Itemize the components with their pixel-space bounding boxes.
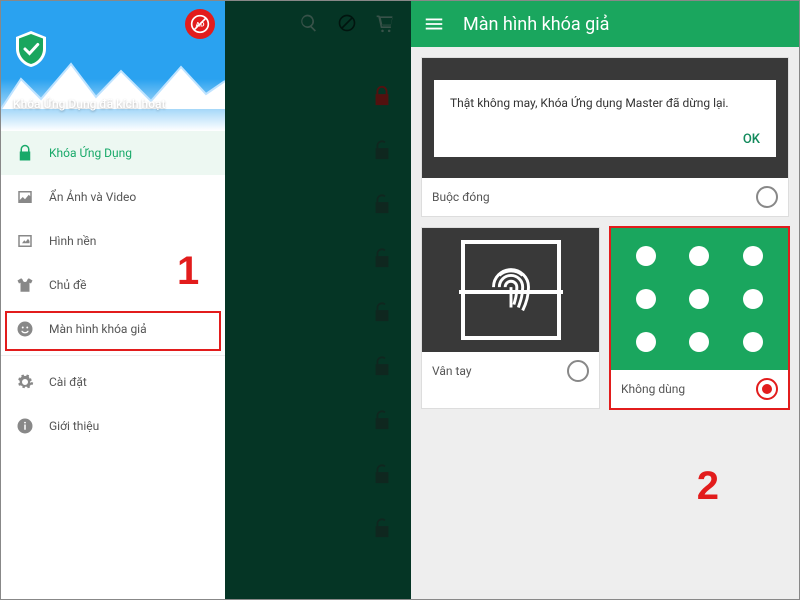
no-ads-badge[interactable]: AD [185, 9, 215, 39]
radio-selected[interactable] [756, 378, 778, 400]
menu-label: Chủ đề [49, 278, 87, 292]
radio-unselected[interactable] [567, 360, 589, 382]
option-label: Không dùng [621, 382, 685, 396]
menu-item-settings[interactable]: Cài đặt [1, 360, 225, 404]
menu-label: Hình nền [49, 234, 96, 248]
option-none[interactable]: Không dùng [610, 227, 789, 409]
fake-lock-screen-panel: Màn hình khóa giả Thật không may, Khóa Ứ… [411, 1, 799, 599]
options-row: Vân tay Không dùng [421, 227, 789, 409]
image-icon [15, 187, 35, 207]
tshirt-icon [15, 275, 35, 295]
option-footer: Không dùng [611, 370, 788, 408]
lock-icon [15, 143, 35, 163]
appbar-title: Màn hình khóa giả [463, 14, 609, 35]
radio-unselected[interactable] [756, 186, 778, 208]
dim-overlay [225, 1, 411, 599]
menu-item-about[interactable]: Giới thiệu [1, 404, 225, 448]
smiley-icon [15, 319, 35, 339]
option-footer: Buộc đóng [422, 178, 788, 216]
crash-dialog: Thật không may, Khóa Ứng dụng Master đã … [434, 80, 776, 157]
appbar: Màn hình khóa giả [411, 1, 799, 47]
drawer-panel: AD Khóa Ứng Dụng đã kích hoạt Khóa Ứng D… [1, 1, 225, 599]
dialog-ok-button[interactable]: OK [450, 132, 760, 147]
option-preview-crash-dialog: Thật không may, Khóa Ứng dụng Master đã … [422, 58, 788, 178]
wallpaper-icon [15, 231, 35, 251]
screenshot-frame: AD Khóa Ứng Dụng đã kích hoạt Khóa Ứng D… [0, 0, 800, 600]
hamburger-icon[interactable] [423, 13, 445, 35]
no-ads-icon: AD [190, 14, 210, 34]
fingerprint-graphic [461, 240, 561, 340]
options-content: Thật không may, Khóa Ứng dụng Master đã … [411, 47, 799, 599]
menu-label: Giới thiệu [49, 419, 99, 433]
option-label: Vân tay [432, 364, 472, 378]
dimmed-background-panel [225, 1, 411, 599]
option-preview-pattern [611, 228, 788, 370]
gear-icon [15, 372, 35, 392]
pattern-grid [620, 234, 780, 364]
drawer-header: AD Khóa Ứng Dụng đã kích hoạt [1, 1, 225, 131]
menu-item-hide-media[interactable]: Ẩn Ảnh và Video [1, 175, 225, 219]
option-force-close[interactable]: Thật không may, Khóa Ứng dụng Master đã … [421, 57, 789, 217]
annotation-number-1: 1 [177, 249, 199, 294]
option-label: Buộc đóng [432, 190, 490, 204]
menu-item-applock[interactable]: Khóa Ứng Dụng [1, 131, 225, 175]
info-icon [15, 416, 35, 436]
option-preview-fingerprint [422, 228, 599, 352]
menu-label: Màn hình khóa giả [49, 322, 147, 336]
menu-label: Ẩn Ảnh và Video [49, 190, 136, 204]
dialog-message: Thật không may, Khóa Ứng dụng Master đã … [450, 96, 760, 110]
option-fingerprint[interactable]: Vân tay [421, 227, 600, 409]
menu-label: Khóa Ứng Dụng [49, 146, 132, 160]
annotation-number-2: 2 [697, 464, 719, 509]
menu-separator [1, 355, 225, 356]
menu-item-fake-lock[interactable]: Màn hình khóa giả [1, 307, 225, 351]
shield-icon [13, 29, 49, 69]
drawer-header-title: Khóa Ứng Dụng đã kích hoạt [13, 97, 165, 111]
menu-label: Cài đặt [49, 375, 87, 389]
option-footer: Vân tay [422, 352, 599, 390]
